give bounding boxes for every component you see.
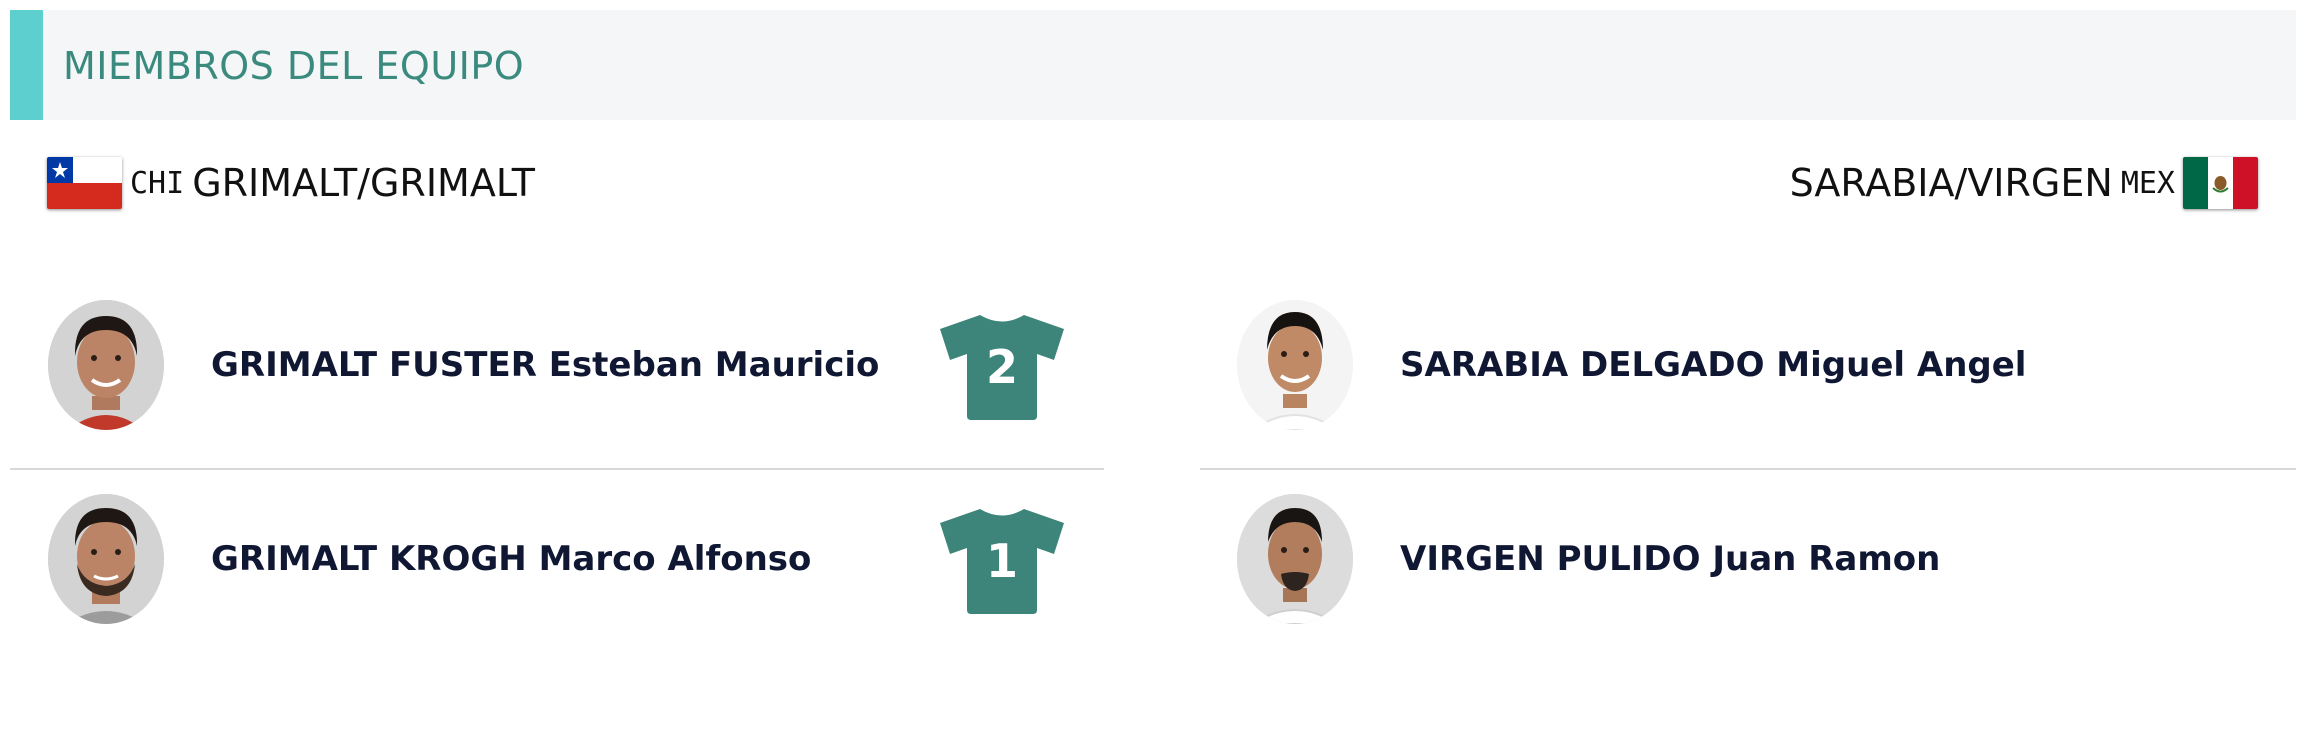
team-header-right: SARABIA/VIRGEN MEX: [1790, 150, 2258, 216]
avatar: [1237, 300, 1353, 430]
player-name: GRIMALT KROGH Marco Alfonso: [211, 539, 812, 579]
avatar: [48, 494, 164, 624]
team-header-left: CHI GRIMALT/GRIMALT: [47, 150, 535, 216]
jersey-number: 2: [985, 340, 1018, 394]
jersey-icon: 2: [936, 312, 1068, 420]
chile-flag-icon: [47, 157, 122, 209]
team-name[interactable]: SARABIA/VIRGEN: [1790, 161, 2113, 205]
player-name: SARABIA DELGADO Miguel Angel: [1400, 345, 2027, 385]
row-divider: [10, 468, 1104, 470]
row-divider: [1200, 468, 2296, 470]
avatar: [1237, 494, 1353, 624]
mexico-flag-icon: [2183, 157, 2258, 209]
player-name: VIRGEN PULIDO Juan Ramon: [1400, 539, 1941, 579]
player-name: GRIMALT FUSTER Esteban Mauricio: [211, 345, 880, 385]
section-header: MIEMBROS DEL EQUIPO: [10, 10, 2296, 120]
jersey-number: 1: [985, 534, 1018, 588]
jersey-icon: 1: [936, 506, 1068, 614]
team-code: CHI: [130, 165, 185, 201]
team-name[interactable]: GRIMALT/GRIMALT: [192, 161, 535, 205]
player-row[interactable]: VIRGEN PULIDO Juan Ramon: [1237, 494, 2237, 624]
header-accent-bar: [10, 10, 43, 120]
team-code: MEX: [2120, 165, 2175, 201]
section-title: MIEMBROS DEL EQUIPO: [63, 44, 525, 88]
avatar: [48, 300, 164, 430]
player-row[interactable]: SARABIA DELGADO Miguel Angel: [1237, 300, 2237, 430]
